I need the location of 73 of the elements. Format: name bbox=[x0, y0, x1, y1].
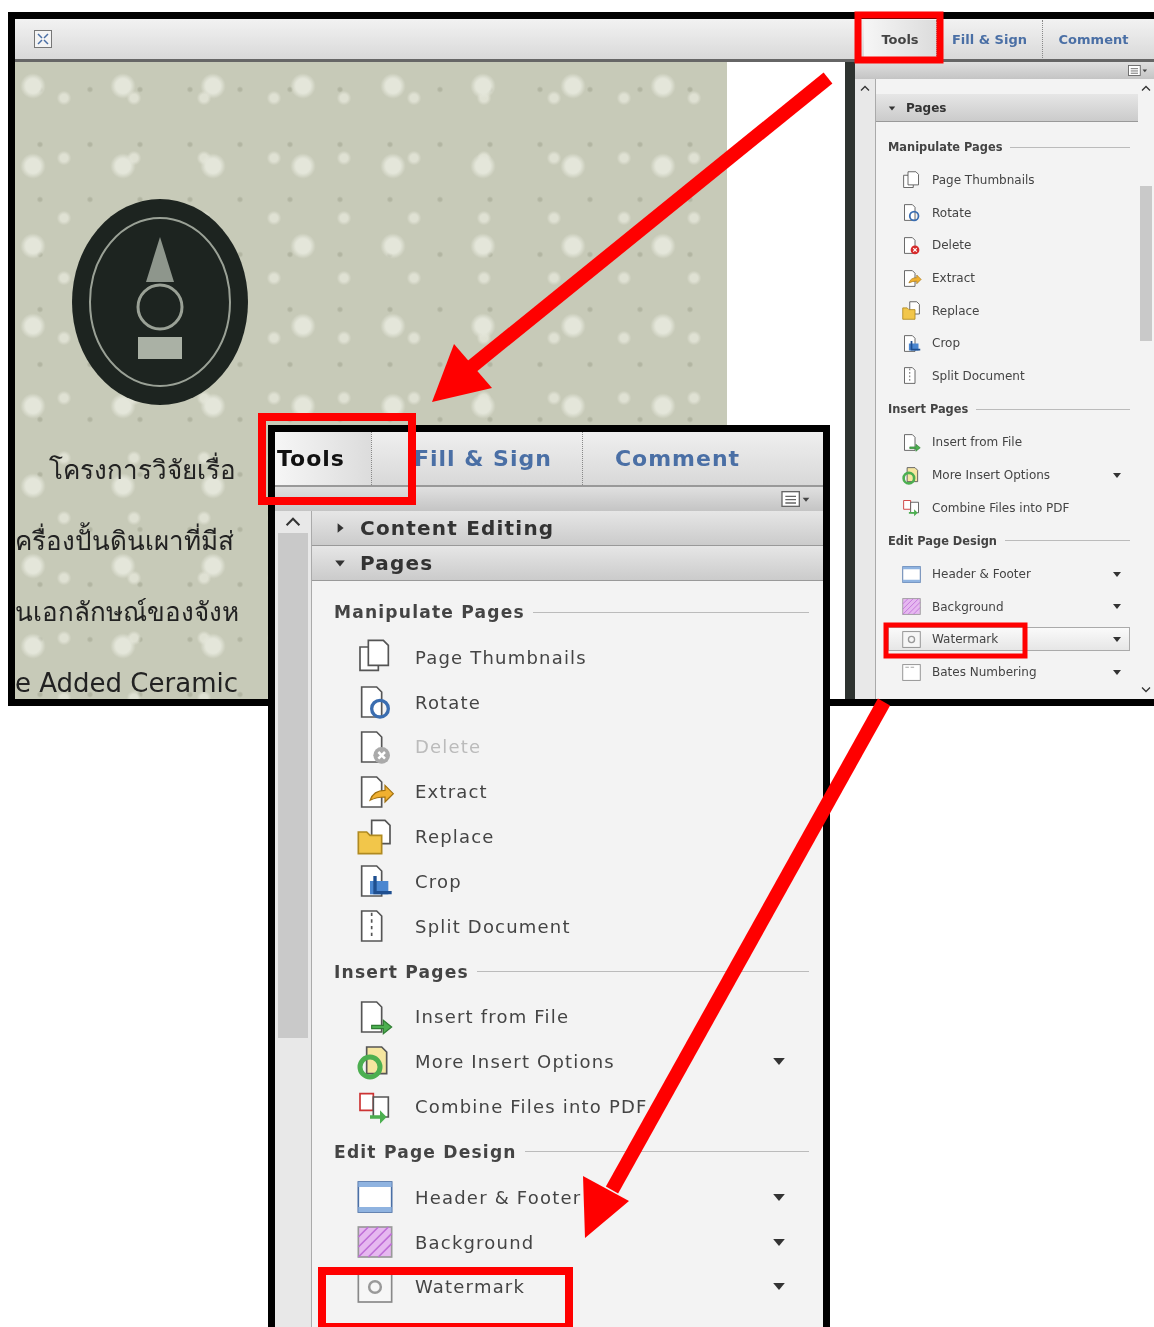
page-arrow-icon bbox=[901, 267, 922, 289]
group-title: Manipulate Pages bbox=[334, 602, 525, 622]
tool-item[interactable]: Delete bbox=[888, 233, 1130, 258]
tab[interactable]: Tools bbox=[275, 432, 371, 485]
view-options-icon[interactable] bbox=[1128, 65, 1148, 76]
document-text: ครื่องปั้นดินเผาที่มีส่ bbox=[15, 519, 239, 563]
dropdown-caret-icon[interactable] bbox=[1113, 636, 1121, 642]
scroll-up-icon[interactable] bbox=[1141, 85, 1151, 92]
dropdown-caret-icon[interactable] bbox=[772, 1058, 786, 1066]
scroll-down-icon[interactable] bbox=[1141, 686, 1151, 693]
tool-item[interactable]: Background bbox=[334, 1219, 809, 1265]
tab[interactable]: Comment bbox=[1042, 20, 1144, 58]
dropdown-caret-icon[interactable] bbox=[1113, 472, 1121, 478]
dropdown-caret-icon[interactable] bbox=[1113, 571, 1121, 577]
panel-header[interactable]: Pages bbox=[876, 94, 1138, 122]
tool-item[interactable]: Crop bbox=[334, 859, 809, 904]
scrollbar-thumb[interactable] bbox=[1140, 186, 1152, 341]
panel-header[interactable]: Pages bbox=[312, 546, 823, 581]
tool-item[interactable]: Rotate bbox=[334, 679, 809, 725]
group-title: Insert Pages bbox=[888, 402, 969, 417]
pages-merge-icon bbox=[901, 497, 922, 519]
dropdown-caret-icon[interactable] bbox=[772, 1283, 786, 1291]
tool-item[interactable]: Watermark bbox=[334, 1264, 809, 1310]
group-title: Edit Page Design bbox=[334, 1141, 517, 1162]
document-text: e Added Ceramic bbox=[15, 667, 239, 700]
tool-item[interactable]: Rotate bbox=[888, 200, 1130, 225]
header-footer-icon bbox=[901, 563, 922, 585]
tab[interactable]: Fill & Sign bbox=[936, 20, 1042, 58]
document-text: โครงการวิจัยเรื่อ bbox=[15, 448, 239, 492]
tool-item[interactable]: Header & Footer bbox=[888, 562, 1130, 587]
tool-item[interactable]: Watermark bbox=[888, 627, 1130, 652]
tool-item[interactable]: Combine Files into PDF bbox=[888, 495, 1130, 520]
tab[interactable]: Fill & Sign bbox=[370, 432, 582, 485]
collapse-triangle-icon bbox=[888, 103, 896, 112]
tool-item[interactable]: Replace bbox=[888, 298, 1130, 323]
tool-item[interactable]: Background bbox=[888, 594, 1130, 619]
page-crop-icon bbox=[901, 332, 922, 354]
scrollbar-thumb[interactable] bbox=[278, 533, 308, 1038]
dropdown-caret-icon[interactable] bbox=[772, 1238, 786, 1246]
scroll-up-icon[interactable] bbox=[285, 517, 301, 527]
tool-item[interactable]: More Insert Options bbox=[888, 463, 1130, 488]
pages-icon bbox=[901, 169, 922, 191]
tool-item[interactable]: Extract bbox=[334, 769, 809, 815]
panel-header[interactable]: Content Editing bbox=[312, 511, 823, 546]
group-title: Insert Pages bbox=[334, 961, 469, 982]
tool-item[interactable]: Crop bbox=[888, 331, 1130, 356]
numbered-page-icon bbox=[901, 661, 922, 683]
page-delete-icon bbox=[901, 235, 922, 256]
tool-item[interactable]: Page Thumbnails bbox=[888, 168, 1130, 193]
tool-item[interactable]: Insert from File bbox=[334, 994, 809, 1040]
tab[interactable]: Tools bbox=[864, 20, 936, 58]
dropdown-caret-icon[interactable] bbox=[772, 1193, 786, 1201]
tool-item[interactable]: Split Document bbox=[334, 903, 809, 949]
tool-item[interactable]: Insert from File bbox=[888, 430, 1130, 455]
tab[interactable]: Comment bbox=[581, 432, 765, 485]
hatched-page-icon bbox=[901, 596, 922, 618]
folder-page-icon bbox=[901, 300, 922, 322]
tool-item[interactable]: Combine Files into PDF bbox=[334, 1084, 809, 1129]
tool-item[interactable]: Bates Numbering bbox=[888, 660, 1130, 684]
tool-item[interactable]: More Insert Options bbox=[334, 1039, 809, 1085]
tool-item[interactable]: Replace bbox=[334, 814, 809, 859]
group-title: Edit Page Design bbox=[888, 533, 997, 548]
group-title: Manipulate Pages bbox=[888, 140, 1003, 154]
dropdown-caret-icon[interactable] bbox=[1113, 604, 1121, 610]
page-rotate-icon bbox=[901, 202, 922, 224]
scroll-up-icon[interactable] bbox=[860, 85, 870, 92]
tool-item[interactable]: Page Thumbnails bbox=[334, 635, 809, 680]
tool-item[interactable]: Extract bbox=[888, 266, 1130, 291]
dropdown-caret-icon[interactable] bbox=[1113, 669, 1121, 675]
fit-page-icon[interactable] bbox=[33, 29, 53, 49]
document-text: นเอกลักษณ์ของจังห bbox=[15, 596, 239, 629]
tool-item[interactable]: Split Document bbox=[888, 363, 1130, 388]
page-insert-icon bbox=[901, 431, 922, 453]
